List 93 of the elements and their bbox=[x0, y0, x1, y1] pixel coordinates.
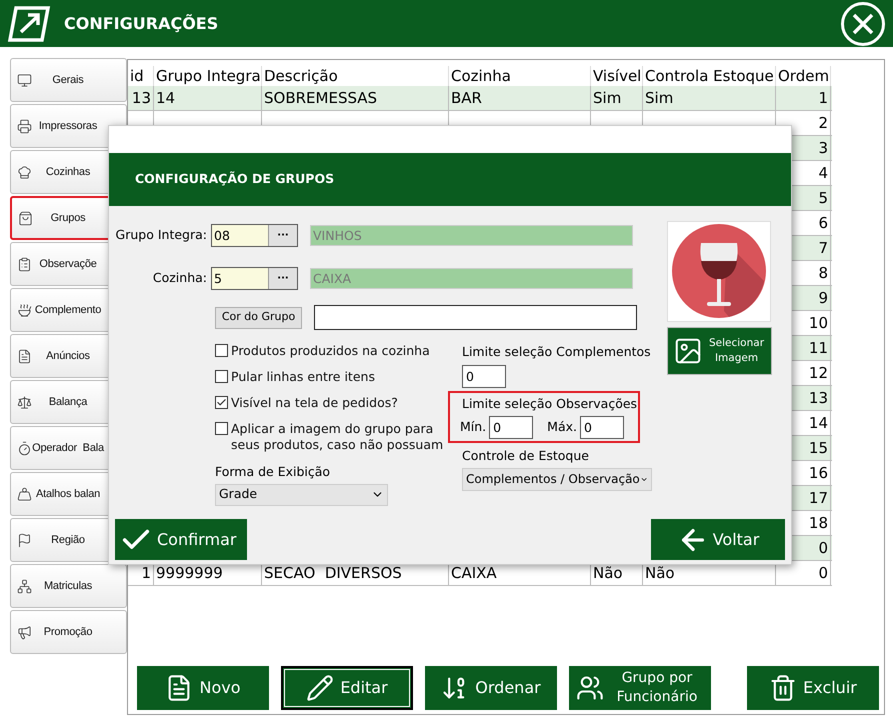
sidebar-icon bbox=[17, 256, 32, 272]
table-cell-text: CAIXA bbox=[451, 562, 497, 584]
table-cell-text: 11 bbox=[808, 338, 828, 359]
toolbar-button[interactable]: Novo bbox=[137, 666, 269, 710]
field-label: Mín. bbox=[460, 418, 486, 436]
table-cell-text: 13 bbox=[132, 88, 151, 109]
input-field[interactable]: 0 bbox=[462, 364, 506, 388]
table-cell-text: 4 bbox=[818, 162, 828, 184]
color-field[interactable] bbox=[314, 305, 637, 330]
sidebar-icon bbox=[17, 72, 32, 88]
field-label: Limite seleção Complementos bbox=[462, 343, 652, 361]
table-cell-text: 13 bbox=[808, 388, 828, 409]
sidebar-icon bbox=[17, 578, 32, 594]
input-field[interactable]: 0 bbox=[580, 416, 624, 438]
input-field[interactable]: 0 bbox=[489, 416, 534, 438]
checkbox[interactable] bbox=[215, 344, 228, 357]
table-cell-text: 16 bbox=[808, 462, 828, 484]
display-mode-select[interactable]: Grade bbox=[215, 484, 388, 506]
table-cell-text: 0 bbox=[818, 538, 828, 559]
table-cell-text: 18 bbox=[808, 512, 828, 534]
table-cell-text: BAR bbox=[451, 88, 482, 109]
toolbar-button[interactable]: Excluir bbox=[747, 666, 879, 710]
table-cell-text: 17 bbox=[808, 488, 828, 509]
table-cell-text: 9 bbox=[818, 288, 828, 309]
table-cell-text: Não bbox=[645, 562, 675, 584]
toolbar-icon bbox=[576, 674, 604, 702]
dialog-title: CONFIGURAÇÃO DE GRUPOS bbox=[135, 170, 334, 188]
table-cell-text: SECAO DIVERSOS bbox=[264, 562, 402, 584]
table-cell-text: 6 bbox=[818, 212, 828, 234]
table-cell-text: 3 bbox=[818, 138, 828, 159]
checkbox-label: Produtos produzidos na cozinha bbox=[231, 343, 431, 359]
sidebar-icon bbox=[17, 348, 32, 364]
sidebar-icon bbox=[17, 394, 32, 410]
sidebar-item[interactable]: Matriculas bbox=[10, 564, 127, 608]
toolbar-button[interactable]: Grupo por Funcionário bbox=[569, 666, 711, 710]
field-label: Forma de Exibição bbox=[215, 463, 332, 481]
checkbox-label: Pular linhas entre itens bbox=[231, 369, 376, 385]
table-cell-text: 10 bbox=[808, 312, 828, 334]
code-field[interactable]: 5 ··· bbox=[211, 267, 298, 290]
toolbar-button[interactable]: Editar bbox=[281, 666, 413, 710]
sidebar-icon bbox=[17, 302, 32, 318]
sidebar-icon bbox=[17, 624, 32, 640]
table-cell-text: 8 bbox=[818, 262, 828, 284]
sidebar-icon bbox=[17, 440, 32, 456]
stock-control-select[interactable]: Complementos / Observação bbox=[462, 468, 652, 490]
back-button[interactable]: Voltar bbox=[651, 519, 785, 560]
lookup-button[interactable]: ··· bbox=[268, 268, 297, 289]
checkbox[interactable] bbox=[215, 422, 228, 435]
checkbox-label: Visível na tela de pedidos? bbox=[231, 395, 399, 411]
table-cell-text: 9999999 bbox=[156, 562, 223, 584]
close-button[interactable] bbox=[841, 2, 885, 46]
toolbar-icon bbox=[769, 674, 798, 702]
table-cell-text: 7 bbox=[818, 238, 828, 259]
table-cell-text: Sim bbox=[593, 88, 622, 109]
lookup-button[interactable]: ··· bbox=[268, 225, 297, 246]
table-cell-text: 0 bbox=[818, 562, 828, 584]
toolbar-button[interactable]: Ordenar bbox=[425, 666, 557, 710]
sidebar-icon bbox=[18, 210, 33, 226]
field-label: Controle de Estoque bbox=[462, 446, 590, 465]
table-cell-text: 5 bbox=[818, 188, 828, 209]
checkbox[interactable] bbox=[215, 396, 228, 409]
sidebar-item[interactable]: Promoção bbox=[10, 610, 127, 654]
toolbar-icon bbox=[306, 674, 334, 702]
table-cell-text: Não bbox=[593, 562, 623, 584]
table-cell-text: Sim bbox=[645, 88, 674, 109]
table-cell-text: 2 bbox=[818, 112, 828, 134]
checkbox[interactable] bbox=[215, 370, 228, 383]
table-cell-text: 14 bbox=[156, 88, 176, 109]
table-cell-text: 1 bbox=[818, 88, 828, 109]
description-field: CAIXA bbox=[310, 268, 633, 289]
sidebar-icon bbox=[17, 532, 32, 548]
field-label: Cozinha: bbox=[152, 269, 208, 288]
sidebar-icon bbox=[17, 118, 32, 134]
sidebar-item[interactable]: Impressoras bbox=[10, 104, 127, 148]
confirm-button[interactable]: Confirmar bbox=[115, 519, 247, 560]
window-title: CONFIGURAÇÕES bbox=[64, 12, 218, 34]
table-cell-text: 12 bbox=[808, 362, 828, 384]
image-icon bbox=[673, 336, 703, 366]
table-cell-text: SOBREMESSAS bbox=[264, 88, 378, 109]
table-cell-text: 1 bbox=[141, 562, 151, 584]
field-label: Máx. bbox=[547, 418, 577, 436]
description-field: VINHOS bbox=[310, 225, 633, 246]
table-cell-text: 15 bbox=[808, 438, 828, 459]
table-cell-text: 14 bbox=[808, 412, 828, 434]
color-button[interactable]: Cor do Grupo bbox=[215, 306, 302, 328]
checkbox-label: Aplicar a imagem do grupo para seus produtos, caso não possuam bbox=[231, 421, 444, 453]
sidebar-icon bbox=[17, 486, 32, 502]
close-icon bbox=[852, 12, 874, 34]
sidebar-icon bbox=[17, 164, 32, 180]
select-image-button[interactable]: Selecionar Imagem bbox=[667, 327, 772, 375]
code-field[interactable]: 08 ··· bbox=[211, 224, 298, 247]
sidebar-item[interactable]: Gerais bbox=[10, 58, 127, 102]
field-label: Limite seleção Observações bbox=[462, 394, 638, 413]
